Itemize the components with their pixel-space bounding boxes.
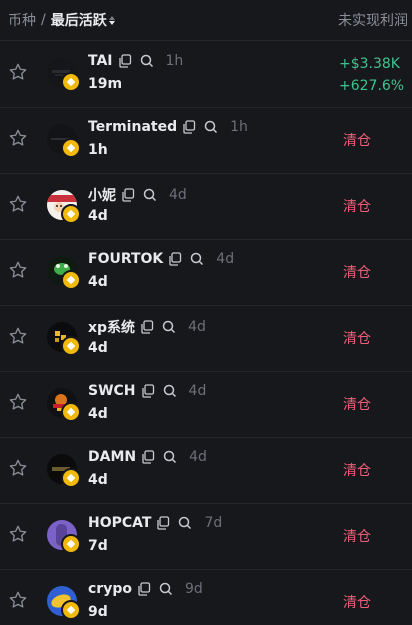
copy-icon[interactable] [121, 188, 135, 202]
search-icon[interactable] [190, 252, 204, 266]
token-age: 1h [165, 53, 184, 69]
token-name[interactable]: 小妮 [88, 185, 116, 205]
last-active-time: 7d [88, 538, 108, 554]
token-name[interactable]: TAI [88, 53, 113, 69]
pnl-percent: +627.6% [339, 78, 405, 94]
chain-badge-icon [61, 336, 81, 356]
token-column-header[interactable]: 币种 [8, 10, 36, 30]
search-icon[interactable] [204, 120, 218, 134]
last-active-time: 4d [88, 472, 108, 488]
token-name[interactable]: HOPCAT [88, 515, 151, 531]
star-icon[interactable] [8, 128, 28, 148]
token-name[interactable]: DAMN [88, 449, 136, 465]
unrealized-pnl-column-header[interactable]: 未实现利润 [338, 10, 408, 30]
table-row[interactable]: xp系统 4d 4d 清仓 [0, 305, 412, 372]
token-name[interactable]: FOURTOK [88, 251, 163, 267]
table-row[interactable]: DAMN 4d 4d 清仓 [0, 437, 412, 504]
star-icon[interactable] [8, 194, 28, 214]
table-row[interactable]: FOURTOK 4d 4d 清仓 [0, 239, 412, 306]
position-status: 清仓 [343, 133, 371, 149]
token-avatar [47, 454, 81, 488]
star-icon[interactable] [8, 62, 28, 82]
token-avatar [47, 124, 81, 158]
position-status: 清仓 [343, 463, 371, 479]
chain-badge-icon [61, 138, 81, 158]
token-avatar [47, 520, 81, 554]
token-avatar [47, 322, 81, 356]
chain-badge-icon [61, 600, 81, 620]
token-avatar [47, 586, 81, 620]
token-age: 4d [188, 383, 207, 399]
last-active-time: 19m [88, 76, 123, 92]
star-icon[interactable] [8, 524, 28, 544]
pnl-usd: +$3.38K [339, 56, 400, 72]
copy-icon[interactable] [137, 582, 151, 596]
chain-badge-icon [61, 204, 81, 224]
last-active-time: 4d [88, 340, 108, 356]
last-active-time: 4d [88, 208, 108, 224]
copy-icon[interactable] [141, 384, 155, 398]
last-active-time: 1h [88, 142, 108, 158]
table-header: 币种 / 最后活跃 未实现利润 [0, 0, 412, 41]
table-row[interactable]: crypo 9d 9d 清仓 [0, 569, 412, 625]
chain-badge-icon [61, 72, 81, 92]
token-age: 4d [216, 251, 235, 267]
table-row[interactable]: TAI 1h 19m +$3.38K +627.6% [0, 41, 412, 108]
position-status: 清仓 [343, 529, 371, 545]
token-age: 4d [169, 187, 187, 203]
sort-icon[interactable] [108, 15, 115, 25]
table-row[interactable]: 小妮 4d 4d 清仓 [0, 173, 412, 240]
search-icon[interactable] [159, 582, 173, 596]
table-row[interactable]: HOPCAT 7d 7d 清仓 [0, 503, 412, 570]
token-avatar [47, 256, 81, 290]
header-separator: / [41, 12, 46, 28]
search-icon[interactable] [163, 450, 177, 464]
position-status: 清仓 [343, 331, 371, 347]
position-status: 清仓 [343, 265, 371, 281]
star-icon[interactable] [8, 458, 28, 478]
token-avatar [47, 58, 81, 92]
token-name[interactable]: SWCH [88, 383, 136, 399]
copy-icon[interactable] [118, 54, 132, 68]
star-icon[interactable] [8, 326, 28, 346]
token-avatar [47, 388, 81, 422]
copy-icon[interactable] [156, 516, 170, 530]
token-age: 9d [184, 581, 203, 597]
chain-badge-icon [61, 468, 81, 488]
chain-badge-icon [61, 270, 81, 290]
last-active-time: 4d [88, 406, 108, 422]
position-status: 清仓 [343, 199, 371, 215]
token-name[interactable]: Terminated [88, 119, 177, 135]
chain-badge-icon [61, 402, 81, 422]
copy-icon[interactable] [140, 320, 154, 334]
search-icon[interactable] [143, 188, 157, 202]
table-row[interactable]: SWCH 4d 4d 清仓 [0, 371, 412, 438]
last-active-time: 4d [88, 274, 108, 290]
star-icon[interactable] [8, 590, 28, 610]
search-icon[interactable] [178, 516, 192, 530]
last-active-time: 9d [88, 604, 108, 620]
position-status: 清仓 [343, 595, 371, 611]
token-age: 4d [189, 449, 207, 465]
last-active-column-header[interactable]: 最后活跃 [51, 10, 107, 30]
copy-icon[interactable] [141, 450, 155, 464]
star-icon[interactable] [8, 260, 28, 280]
copy-icon[interactable] [168, 252, 182, 266]
copy-icon[interactable] [182, 120, 196, 134]
table-row[interactable]: Terminated 1h 1h 清仓 [0, 107, 412, 174]
token-age: 7d [204, 515, 223, 531]
token-age: 1h [230, 119, 248, 135]
token-name[interactable]: xp系统 [88, 317, 135, 337]
star-icon[interactable] [8, 392, 28, 412]
position-status: 清仓 [343, 397, 371, 413]
search-icon[interactable] [162, 320, 176, 334]
token-avatar [47, 190, 81, 224]
unrealized-pnl: +$3.38K +627.6% [339, 53, 404, 97]
search-icon[interactable] [163, 384, 177, 398]
chain-badge-icon [61, 534, 81, 554]
token-name[interactable]: crypo [88, 581, 132, 597]
search-icon[interactable] [140, 54, 154, 68]
token-age: 4d [188, 319, 206, 335]
